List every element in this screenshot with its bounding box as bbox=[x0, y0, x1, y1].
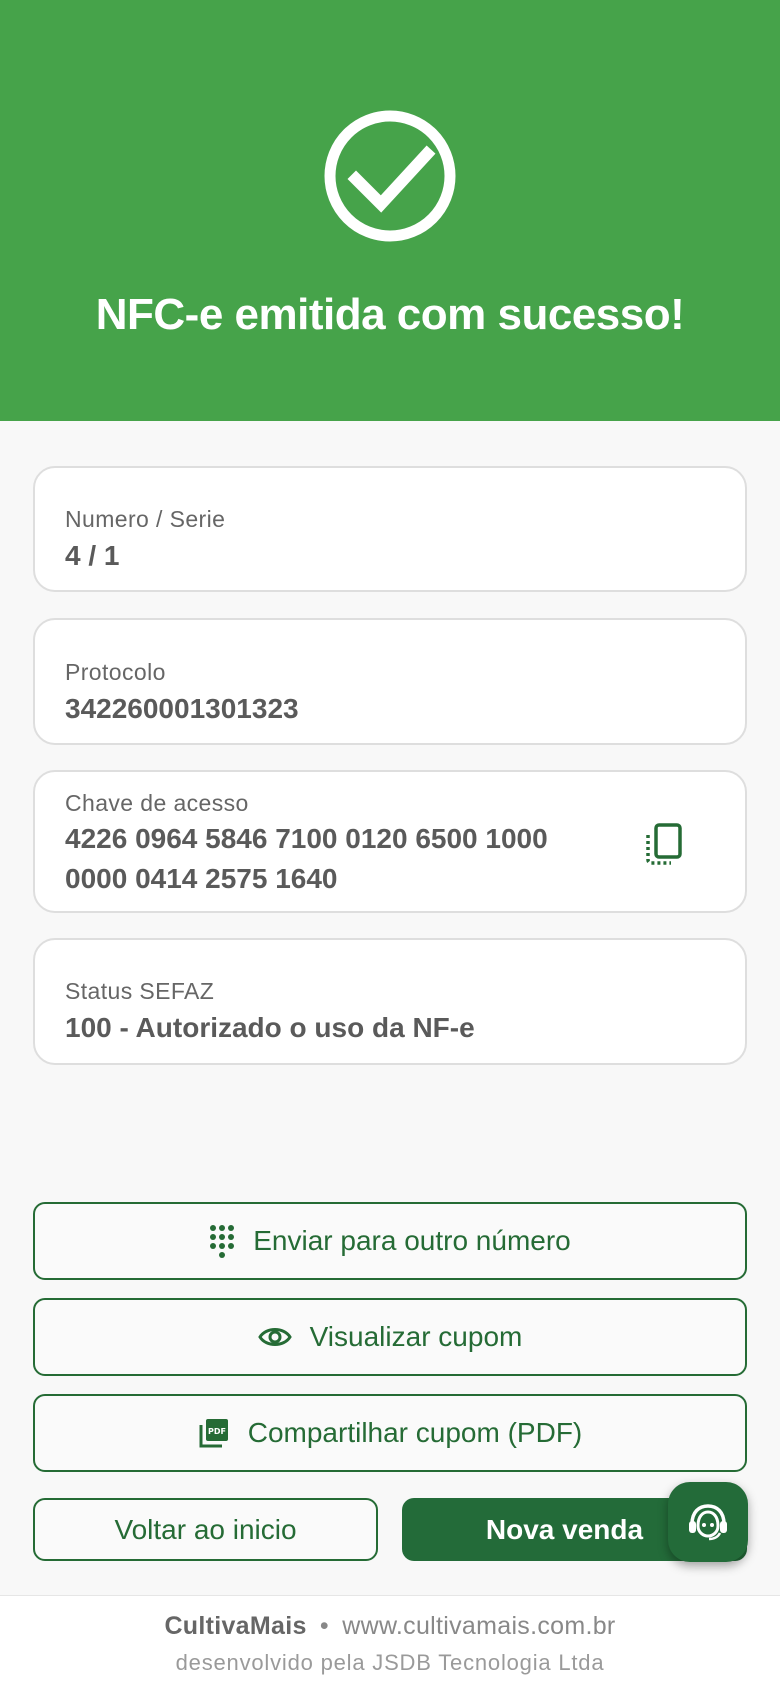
eye-icon bbox=[257, 1325, 292, 1349]
status-sefaz-card: Status SEFAZ 100 - Autorizado o uso da N… bbox=[33, 938, 747, 1065]
new-sale-label: Nova venda bbox=[485, 1513, 644, 1545]
success-header: NFC-e emitida com sucesso! bbox=[0, 0, 780, 421]
share-pdf-button[interactable]: PDF Compartilhar cupom (PDF) bbox=[33, 1394, 747, 1472]
check-circle-icon bbox=[324, 110, 456, 242]
svg-text:PDF: PDF bbox=[208, 1427, 226, 1436]
send-other-number-button[interactable]: Enviar para outro número bbox=[33, 1202, 747, 1280]
view-receipt-button[interactable]: Visualizar cupom bbox=[33, 1298, 747, 1376]
footer-url[interactable]: www.cultivamais.com.br bbox=[342, 1612, 615, 1640]
status-sefaz-value: 100 - Autorizado o uso da NF-e bbox=[65, 1012, 475, 1043]
view-receipt-label: Visualizar cupom bbox=[309, 1321, 523, 1352]
footer-separator: • bbox=[319, 1612, 329, 1640]
send-other-number-label: Enviar para outro número bbox=[253, 1225, 571, 1256]
status-sefaz-label: Status SEFAZ bbox=[65, 978, 215, 1004]
protocolo-card: Protocolo 342260001301323 bbox=[33, 618, 747, 745]
chave-acesso-label: Chave de acesso bbox=[65, 790, 249, 816]
protocolo-label: Protocolo bbox=[65, 659, 166, 685]
support-button[interactable] bbox=[668, 1482, 748, 1562]
copy-button[interactable] bbox=[639, 819, 689, 869]
back-home-label: Voltar ao inicio bbox=[114, 1513, 297, 1545]
pdf-icon: PDF bbox=[198, 1417, 230, 1449]
chave-acesso-card: Chave de acesso 4226 0964 5846 7100 0120… bbox=[33, 770, 747, 913]
dialpad-icon bbox=[209, 1224, 235, 1258]
support-agent-icon bbox=[689, 1504, 727, 1541]
footer: CultivaMais • www.cultivamais.com.br des… bbox=[0, 1595, 780, 1688]
footer-line1: CultivaMais • www.cultivamais.com.br bbox=[0, 1612, 780, 1641]
numero-serie-label: Numero / Serie bbox=[65, 506, 226, 532]
footer-brand: CultivaMais bbox=[164, 1612, 307, 1640]
numero-serie-value: 4 / 1 bbox=[65, 540, 120, 571]
share-pdf-label: Compartilhar cupom (PDF) bbox=[247, 1417, 583, 1448]
footer-credit: desenvolvido pela JSDB Tecnologia Ltda bbox=[175, 1650, 605, 1675]
chave-acesso-value-line2: 0000 0414 2575 1640 bbox=[65, 863, 338, 894]
back-home-button[interactable]: Voltar ao inicio bbox=[33, 1498, 378, 1561]
protocolo-value: 342260001301323 bbox=[65, 693, 299, 724]
numero-serie-card: Numero / Serie 4 / 1 bbox=[33, 466, 747, 592]
chave-acesso-value-line1: 4226 0964 5846 7100 0120 6500 1000 bbox=[65, 823, 548, 854]
copy-icon bbox=[646, 823, 682, 865]
success-title: NFC-e emitida com sucesso! bbox=[95, 290, 685, 339]
